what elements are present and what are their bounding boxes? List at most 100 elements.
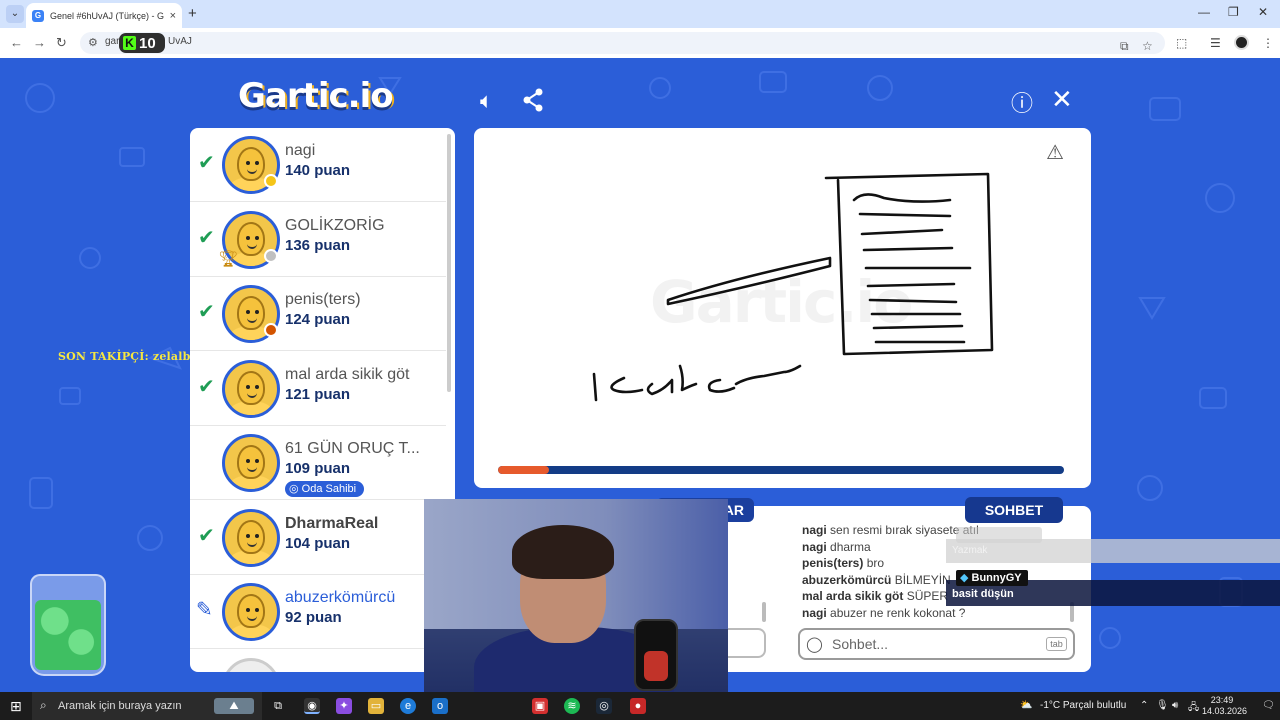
player-score: 104 puan [285, 534, 351, 552]
back-icon[interactable]: ← [10, 35, 23, 50]
chat-input-placeholder: Sohbet... [832, 636, 889, 652]
browser-tab-strip: ⌄ G Genel #6hUvAJ (Türkçe) - Gartic × + … [0, 0, 1280, 28]
streamer-webcam [424, 499, 728, 692]
player-avatar[interactable] [222, 359, 280, 418]
player-row[interactable]: ✔ mal arda sikik göt 121 puan [190, 352, 446, 426]
player-avatar[interactable] [222, 434, 280, 492]
share-icon[interactable] [522, 88, 544, 112]
player-score: 121 puan [285, 385, 351, 403]
install-app-icon[interactable]: ⧉ [1120, 39, 1129, 54]
weather-text[interactable]: -1°C Parçalı bulutlu [1040, 700, 1126, 711]
player-row[interactable]: ✔ DharmaReal 104 puan [190, 501, 446, 575]
close-icon[interactable]: ✕ [1051, 84, 1073, 115]
minimize-icon[interactable]: — [1198, 5, 1210, 19]
players-scrollbar[interactable] [447, 134, 451, 392]
player-name: GOLİKZORİG [285, 216, 385, 234]
edge-app-icon[interactable]: e [400, 698, 416, 714]
chat-message: nagi abuzer ne renk kokonat ? [802, 605, 1072, 622]
widgets-icon[interactable]: ⛰ [214, 698, 254, 714]
turn-timer-fill [498, 466, 549, 474]
player-row[interactable] [190, 650, 446, 672]
kick-logo-icon: K [123, 36, 136, 50]
player-avatar[interactable] [222, 657, 280, 672]
windows-start-icon[interactable]: ⊞ [10, 698, 22, 715]
tray-chevron-icon[interactable]: ⌃ [1140, 700, 1148, 711]
clock-date: 14.03.2026 [1202, 706, 1248, 716]
sound-icon[interactable]: 🔈︎ [480, 88, 493, 114]
chat-username: mal arda sikik göt [802, 589, 904, 603]
turn-timer-bar [498, 466, 1064, 474]
restore-icon[interactable]: ❐ [1228, 5, 1239, 19]
guessed-check-icon: ✔ [198, 226, 215, 249]
player-avatar[interactable] [222, 508, 280, 567]
player-name: DharmaReal [285, 514, 379, 532]
info-icon[interactable]: ⓘ [1011, 86, 1033, 118]
chat-username: abuzerkömürcü [802, 572, 892, 587]
extensions-icon[interactable]: ⬚ [1176, 36, 1187, 50]
microphone-tray-icon[interactable]: 🎙︎ [1156, 700, 1169, 711]
player-row[interactable]: 61 GÜN ORUÇ T... 109 puan ◎ Oda Sahibi [190, 426, 446, 500]
player-row[interactable]: ✔ penis(ters) 124 puan [190, 277, 446, 351]
answers-input[interactable] [724, 628, 766, 658]
search-icon: ⌕ [40, 698, 47, 712]
clover-jar-fill [35, 600, 101, 670]
browser-tab-active[interactable]: G Genel #6hUvAJ (Türkçe) - Gartic × [26, 3, 182, 28]
notifications-icon[interactable]: 🗨 [1262, 700, 1275, 711]
app-red-icon[interactable]: ▣ [532, 698, 548, 714]
close-window-icon[interactable]: ✕ [1258, 5, 1268, 19]
chat-tab[interactable]: SOHBET [965, 497, 1063, 523]
stream-chat-username: ◆ BunnyGY [956, 570, 1028, 586]
outlook-app-icon[interactable]: o [432, 698, 448, 714]
bookmark-star-icon[interactable]: ☆ [1142, 39, 1153, 53]
obs-app-icon[interactable]: ● [630, 698, 646, 714]
tab-search-button[interactable]: ⌄ [6, 5, 24, 23]
windows-taskbar: ⊞ ⌕ Aramak için buraya yazın ⛰ ⧉ ◉ ✦ ▭ e… [0, 692, 1280, 720]
chat-bubble-icon: ◯ [806, 636, 823, 653]
chat-username: nagi [802, 605, 827, 620]
gartic-logo[interactable]: Gartic.io [238, 76, 394, 116]
player-score: 140 puan [285, 162, 351, 179]
chat-username: nagi [802, 523, 827, 537]
network-tray-icon[interactable]: 🖧 [1188, 700, 1199, 717]
gartic-favicon-icon: G [32, 9, 44, 22]
player-name: nagi [285, 142, 316, 159]
reading-list-icon[interactable]: ☰ [1210, 36, 1221, 50]
menu-kebab-icon[interactable]: ⋮ [1262, 36, 1274, 50]
players-panel: ✔ nagi 140 puan ✔ 🏆︎ GOLİKZORİG 136 puan ✔ penis… [190, 128, 455, 672]
player-row[interactable]: ✎ abuzerkömürcü 92 puan [190, 575, 446, 649]
guessed-check-icon: ✔ [198, 375, 215, 398]
taskbar-clock[interactable]: 23:49 14.03.2026 [1202, 695, 1248, 717]
copilot-app-icon[interactable]: ✦ [336, 698, 352, 714]
steam-app-icon[interactable]: ◎ [596, 698, 612, 714]
chrome-app-icon[interactable]: ◉ [304, 698, 320, 714]
file-explorer-icon[interactable]: ▭ [368, 698, 384, 714]
chat-username: nagi [802, 539, 827, 554]
browser-toolbar: ← → ↻ ⚙ gart K 10 UvAJ ⧉ ☆ ⬚ ☰ ⋮ [0, 28, 1280, 58]
answers-scrollbar[interactable] [762, 602, 766, 622]
player-avatar[interactable] [222, 583, 280, 641]
player-row[interactable]: ✔ 🏆︎ GOLİKZORİG 136 puan [190, 203, 446, 277]
chat-input[interactable]: ◯ Sohbet... tab [798, 628, 1075, 660]
player-row[interactable]: ✔ nagi 140 puan [190, 128, 446, 202]
drawing-canvas[interactable]: Gartic.io ⚠ [474, 128, 1091, 488]
tab-close-button[interactable]: × [170, 10, 176, 22]
guessed-check-icon: ✔ [198, 152, 215, 174]
owner-icon: ◎ [289, 483, 302, 495]
chat-text: bro [866, 556, 885, 570]
forward-icon[interactable]: → [33, 35, 46, 50]
reload-icon[interactable]: ↻ [56, 35, 67, 51]
weather-icon[interactable]: ⛅ [1020, 700, 1032, 711]
new-tab-button[interactable]: + [188, 5, 197, 22]
task-view-icon[interactable]: ⧉ [270, 698, 286, 714]
drawing-strokes [592, 172, 994, 402]
taskbar-search-placeholder: Aramak için buraya yazın [58, 700, 182, 712]
profile-avatar[interactable] [1234, 35, 1249, 50]
address-bar[interactable]: ⚙ gart K 10 UvAJ ⧉ ☆ [80, 32, 1165, 54]
volume-tray-icon[interactable]: 🔊︎ [1172, 700, 1178, 711]
microphone-light [644, 651, 668, 681]
guessed-check-icon: ✔ [198, 524, 215, 547]
player-name: mal arda sikik göt [285, 365, 410, 383]
site-settings-icon[interactable]: ⚙ [88, 36, 98, 49]
spotify-app-icon[interactable]: ≋ [564, 698, 580, 714]
player-score: 109 puan [285, 460, 351, 477]
